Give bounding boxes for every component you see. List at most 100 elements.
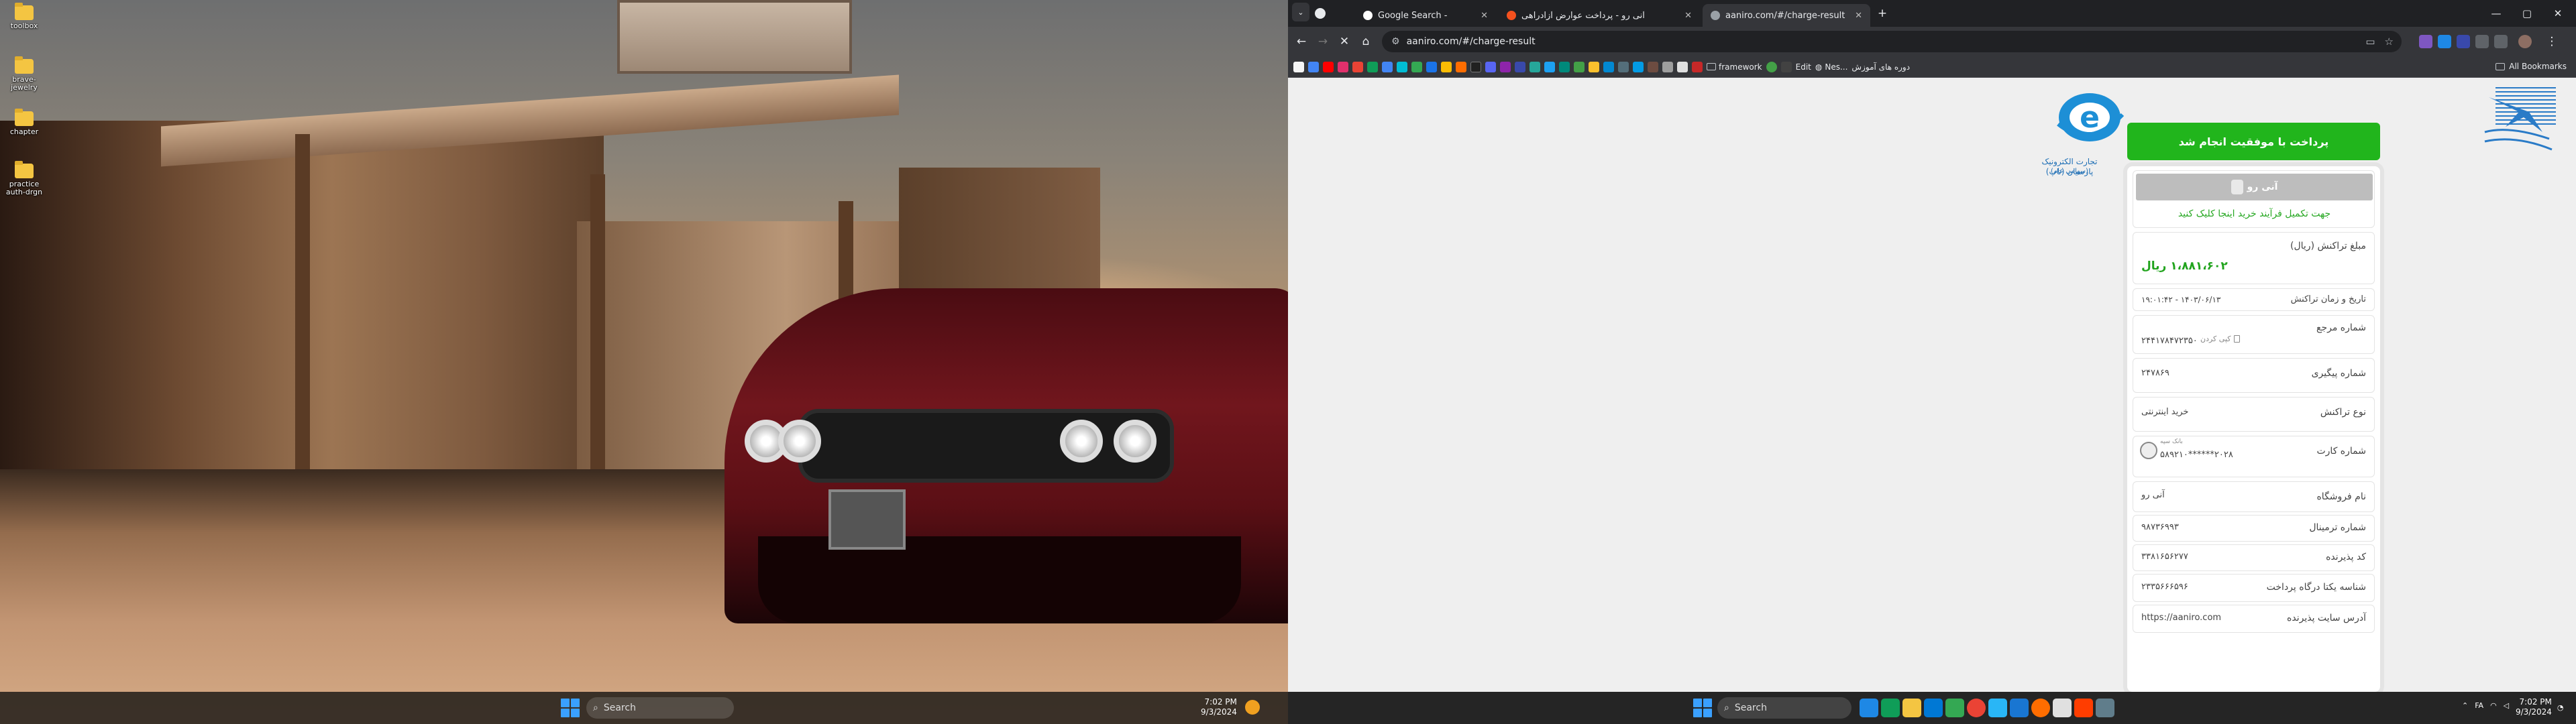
bookmark-icon[interactable]: [1780, 61, 1792, 72]
bookmark-nes[interactable]: ◍ Nes...: [1815, 62, 1848, 72]
github-bookmark-icon[interactable]: [1293, 61, 1304, 72]
instagram-bookmark-icon[interactable]: [1338, 61, 1348, 72]
gmail-bookmark-icon[interactable]: [1352, 61, 1363, 72]
desktop-icon-brave-jewelry[interactable]: brave-jewelry: [4, 56, 44, 92]
bookmark-folder-framework[interactable]: framework: [1707, 62, 1762, 72]
address-bar[interactable]: ⚙ aaniro.com/#/charge-result ▭ ☆: [1382, 31, 2402, 52]
bookmark-course[interactable]: دوره های آموزش: [1851, 62, 1910, 72]
extensions-puzzle-icon[interactable]: [2475, 35, 2489, 48]
taskbar-right: ⌕ Search ⌃ FA ◠ ◁ 7:02 PM 9/3/2024 ◔: [1288, 692, 2576, 724]
taskbar-search[interactable]: ⌕ Search: [1717, 697, 1851, 719]
bookmark-icon[interactable]: [1411, 61, 1422, 72]
youtube-bookmark-icon[interactable]: [1323, 61, 1334, 72]
app-icon[interactable]: [2096, 699, 2114, 717]
bookmark-star-icon[interactable]: ☆: [2385, 36, 2394, 48]
site-info-icon[interactable]: ⚙: [1391, 36, 1400, 47]
tab-aaniro-toll[interactable]: آنی رو - پرداخت عوارض آزادراهی ✕: [1499, 4, 1700, 27]
telegram-icon[interactable]: [1988, 699, 2007, 717]
transaction-type-value: خرید اینترنتی: [2141, 407, 2189, 417]
bookmark-icon[interactable]: [1618, 61, 1629, 72]
close-icon[interactable]: ✕: [1481, 11, 1488, 21]
bookmark-icon[interactable]: [1589, 61, 1599, 72]
bookmark-icon[interactable]: [1559, 61, 1570, 72]
profile-avatar[interactable]: [2518, 35, 2532, 48]
bookmark-icon[interactable]: [1470, 61, 1481, 72]
maximize-button[interactable]: ▢: [2512, 0, 2542, 27]
merchant-return-button[interactable]: آنی رو: [2136, 174, 2373, 200]
extension-icon[interactable]: [2438, 35, 2451, 48]
discord-bookmark-icon[interactable]: [1485, 61, 1496, 72]
taskbar-clock[interactable]: 7:02 PM 9/3/2024: [2516, 697, 2552, 717]
complete-purchase-link[interactable]: جهت تکمیل فرآیند خرید اینجا کلیک کنید: [2136, 208, 2373, 219]
tab-google[interactable]: Google Search - ✕: [1355, 4, 1496, 27]
task-view-icon[interactable]: [1860, 699, 1878, 717]
bookmark-icon[interactable]: [1500, 61, 1511, 72]
app-icon[interactable]: [1945, 699, 1964, 717]
install-app-icon[interactable]: ▭: [2365, 36, 2375, 48]
app-icon[interactable]: [2053, 699, 2072, 717]
folder-icon: [15, 109, 34, 126]
side-panel-icon[interactable]: [2494, 35, 2508, 48]
taskbar-left: ⌕ Search 7:02 PM 9/3/2024: [0, 692, 1288, 724]
minimize-button[interactable]: —: [2481, 0, 2512, 27]
extension-icon[interactable]: [2419, 35, 2432, 48]
copy-reference-button[interactable]: کپی کردن: [2200, 335, 2240, 343]
wifi-icon[interactable]: ◠: [2490, 701, 2497, 710]
bookmark-icon[interactable]: [1529, 61, 1540, 72]
bookmark-icon[interactable]: [1397, 61, 1407, 72]
forward-button[interactable]: →: [1312, 31, 1334, 52]
app-icon[interactable]: [2031, 699, 2050, 717]
bookmark-icon[interactable]: [1308, 61, 1319, 72]
back-button[interactable]: ←: [1291, 31, 1312, 52]
bookmark-icon[interactable]: [1574, 61, 1585, 72]
url-text[interactable]: aaniro.com/#/charge-result: [1407, 36, 1536, 47]
notification-bell-icon[interactable]: ◔: [2557, 703, 2564, 712]
amount-block: مبلغ تراکنش (ریال) ۱،۸۸۱،۶۰۲ ریال: [2133, 232, 2375, 284]
taskbar-clock[interactable]: 7:02 PM 9/3/2024: [1201, 697, 1237, 717]
volume-icon[interactable]: ◁: [2504, 701, 2509, 710]
bookmark-icon[interactable]: [1544, 61, 1555, 72]
close-icon[interactable]: ✕: [1684, 11, 1692, 21]
window-close-button[interactable]: ✕: [2542, 0, 2573, 27]
bookmark-edit[interactable]: Edit: [1796, 62, 1811, 72]
acceptor-value: ۳۳۸۱۶۵۶۲۷۷: [2141, 552, 2188, 562]
tab-charge-result[interactable]: aaniro.com/#/charge-result ✕: [1703, 4, 1870, 27]
bookmark-icon[interactable]: [1766, 61, 1777, 72]
tab-search-button[interactable]: ⌄: [1292, 3, 1309, 21]
start-button[interactable]: [561, 699, 580, 717]
bookmark-icon[interactable]: [1441, 61, 1452, 72]
bookmark-icon[interactable]: [1677, 61, 1688, 72]
edge-icon[interactable]: [1881, 699, 1900, 717]
taskbar-search[interactable]: ⌕ Search: [586, 697, 734, 719]
stop-loading-button[interactable]: ✕: [1334, 31, 1355, 52]
bookmark-icon[interactable]: [1648, 61, 1658, 72]
bookmark-icon[interactable]: [1456, 61, 1466, 72]
bookmark-icon[interactable]: [1603, 61, 1614, 72]
vscode-icon[interactable]: [2010, 699, 2029, 717]
store-icon[interactable]: [1924, 699, 1943, 717]
notification-icon[interactable]: [1244, 700, 1260, 715]
file-explorer-icon[interactable]: [1902, 699, 1921, 717]
close-icon[interactable]: ✕: [1855, 11, 1862, 21]
all-bookmarks-button[interactable]: All Bookmarks: [2496, 62, 2567, 71]
chrome-icon[interactable]: [1967, 699, 1986, 717]
language-indicator[interactable]: FA: [2475, 701, 2483, 710]
desktop-icon-chapter[interactable]: chapter: [4, 109, 44, 136]
desktop-icon-toolbox[interactable]: toolbox: [4, 3, 44, 30]
home-button[interactable]: ⌂: [1355, 31, 1377, 52]
new-tab-button[interactable]: +: [1872, 3, 1893, 24]
bookmark-icon[interactable]: [1367, 61, 1378, 72]
bookmark-icon[interactable]: [1633, 61, 1644, 72]
extension-icon[interactable]: [2457, 35, 2470, 48]
start-button[interactable]: [1693, 699, 1712, 717]
menu-kebab-icon[interactable]: ⋮: [2541, 31, 2563, 52]
bookmark-icon[interactable]: [1426, 61, 1437, 72]
bank-sepah-logo-icon: [2140, 442, 2157, 459]
bookmark-icon[interactable]: [1692, 61, 1703, 72]
bookmark-icon[interactable]: [1382, 61, 1393, 72]
bookmark-icon[interactable]: [1515, 61, 1525, 72]
chevron-up-icon[interactable]: ⌃: [2462, 701, 2468, 710]
bookmark-icon[interactable]: [1662, 61, 1673, 72]
figma-icon[interactable]: [2074, 699, 2093, 717]
desktop-icon-practice[interactable]: practice auth-drgn: [4, 161, 44, 196]
